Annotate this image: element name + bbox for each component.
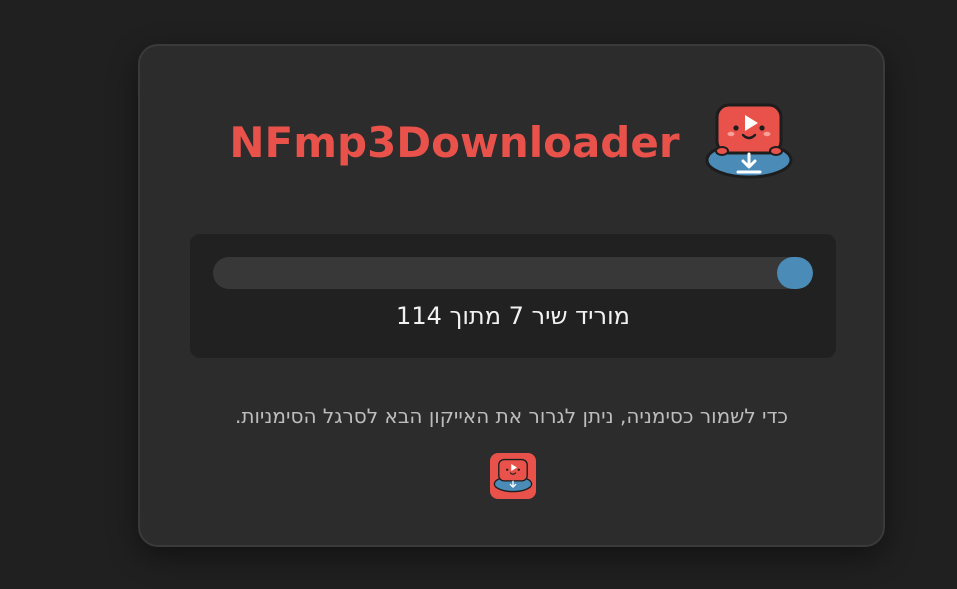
app-header: NFmp3Downloader: [140, 102, 883, 182]
youtube-download-mascot-icon: [705, 103, 793, 179]
progress-bar: [213, 257, 813, 289]
app-title: NFmp3Downloader: [229, 117, 680, 167]
bookmarklet-link[interactable]: [490, 453, 536, 499]
download-status: מוריד שיר 7 מתוך 114: [396, 302, 630, 330]
progress-panel: מוריד שיר 7 מתוך 114: [190, 234, 836, 358]
bookmark-hint: כדי לשמור כסימניה, ניתן לגרור את האייקון…: [234, 404, 789, 428]
youtube-download-mascot-icon: [493, 458, 533, 493]
progress-bar-fill: [777, 257, 813, 289]
main-card: NFmp3Downloader מוריד שיר 7 מתוך 114 כדי…: [138, 44, 885, 547]
